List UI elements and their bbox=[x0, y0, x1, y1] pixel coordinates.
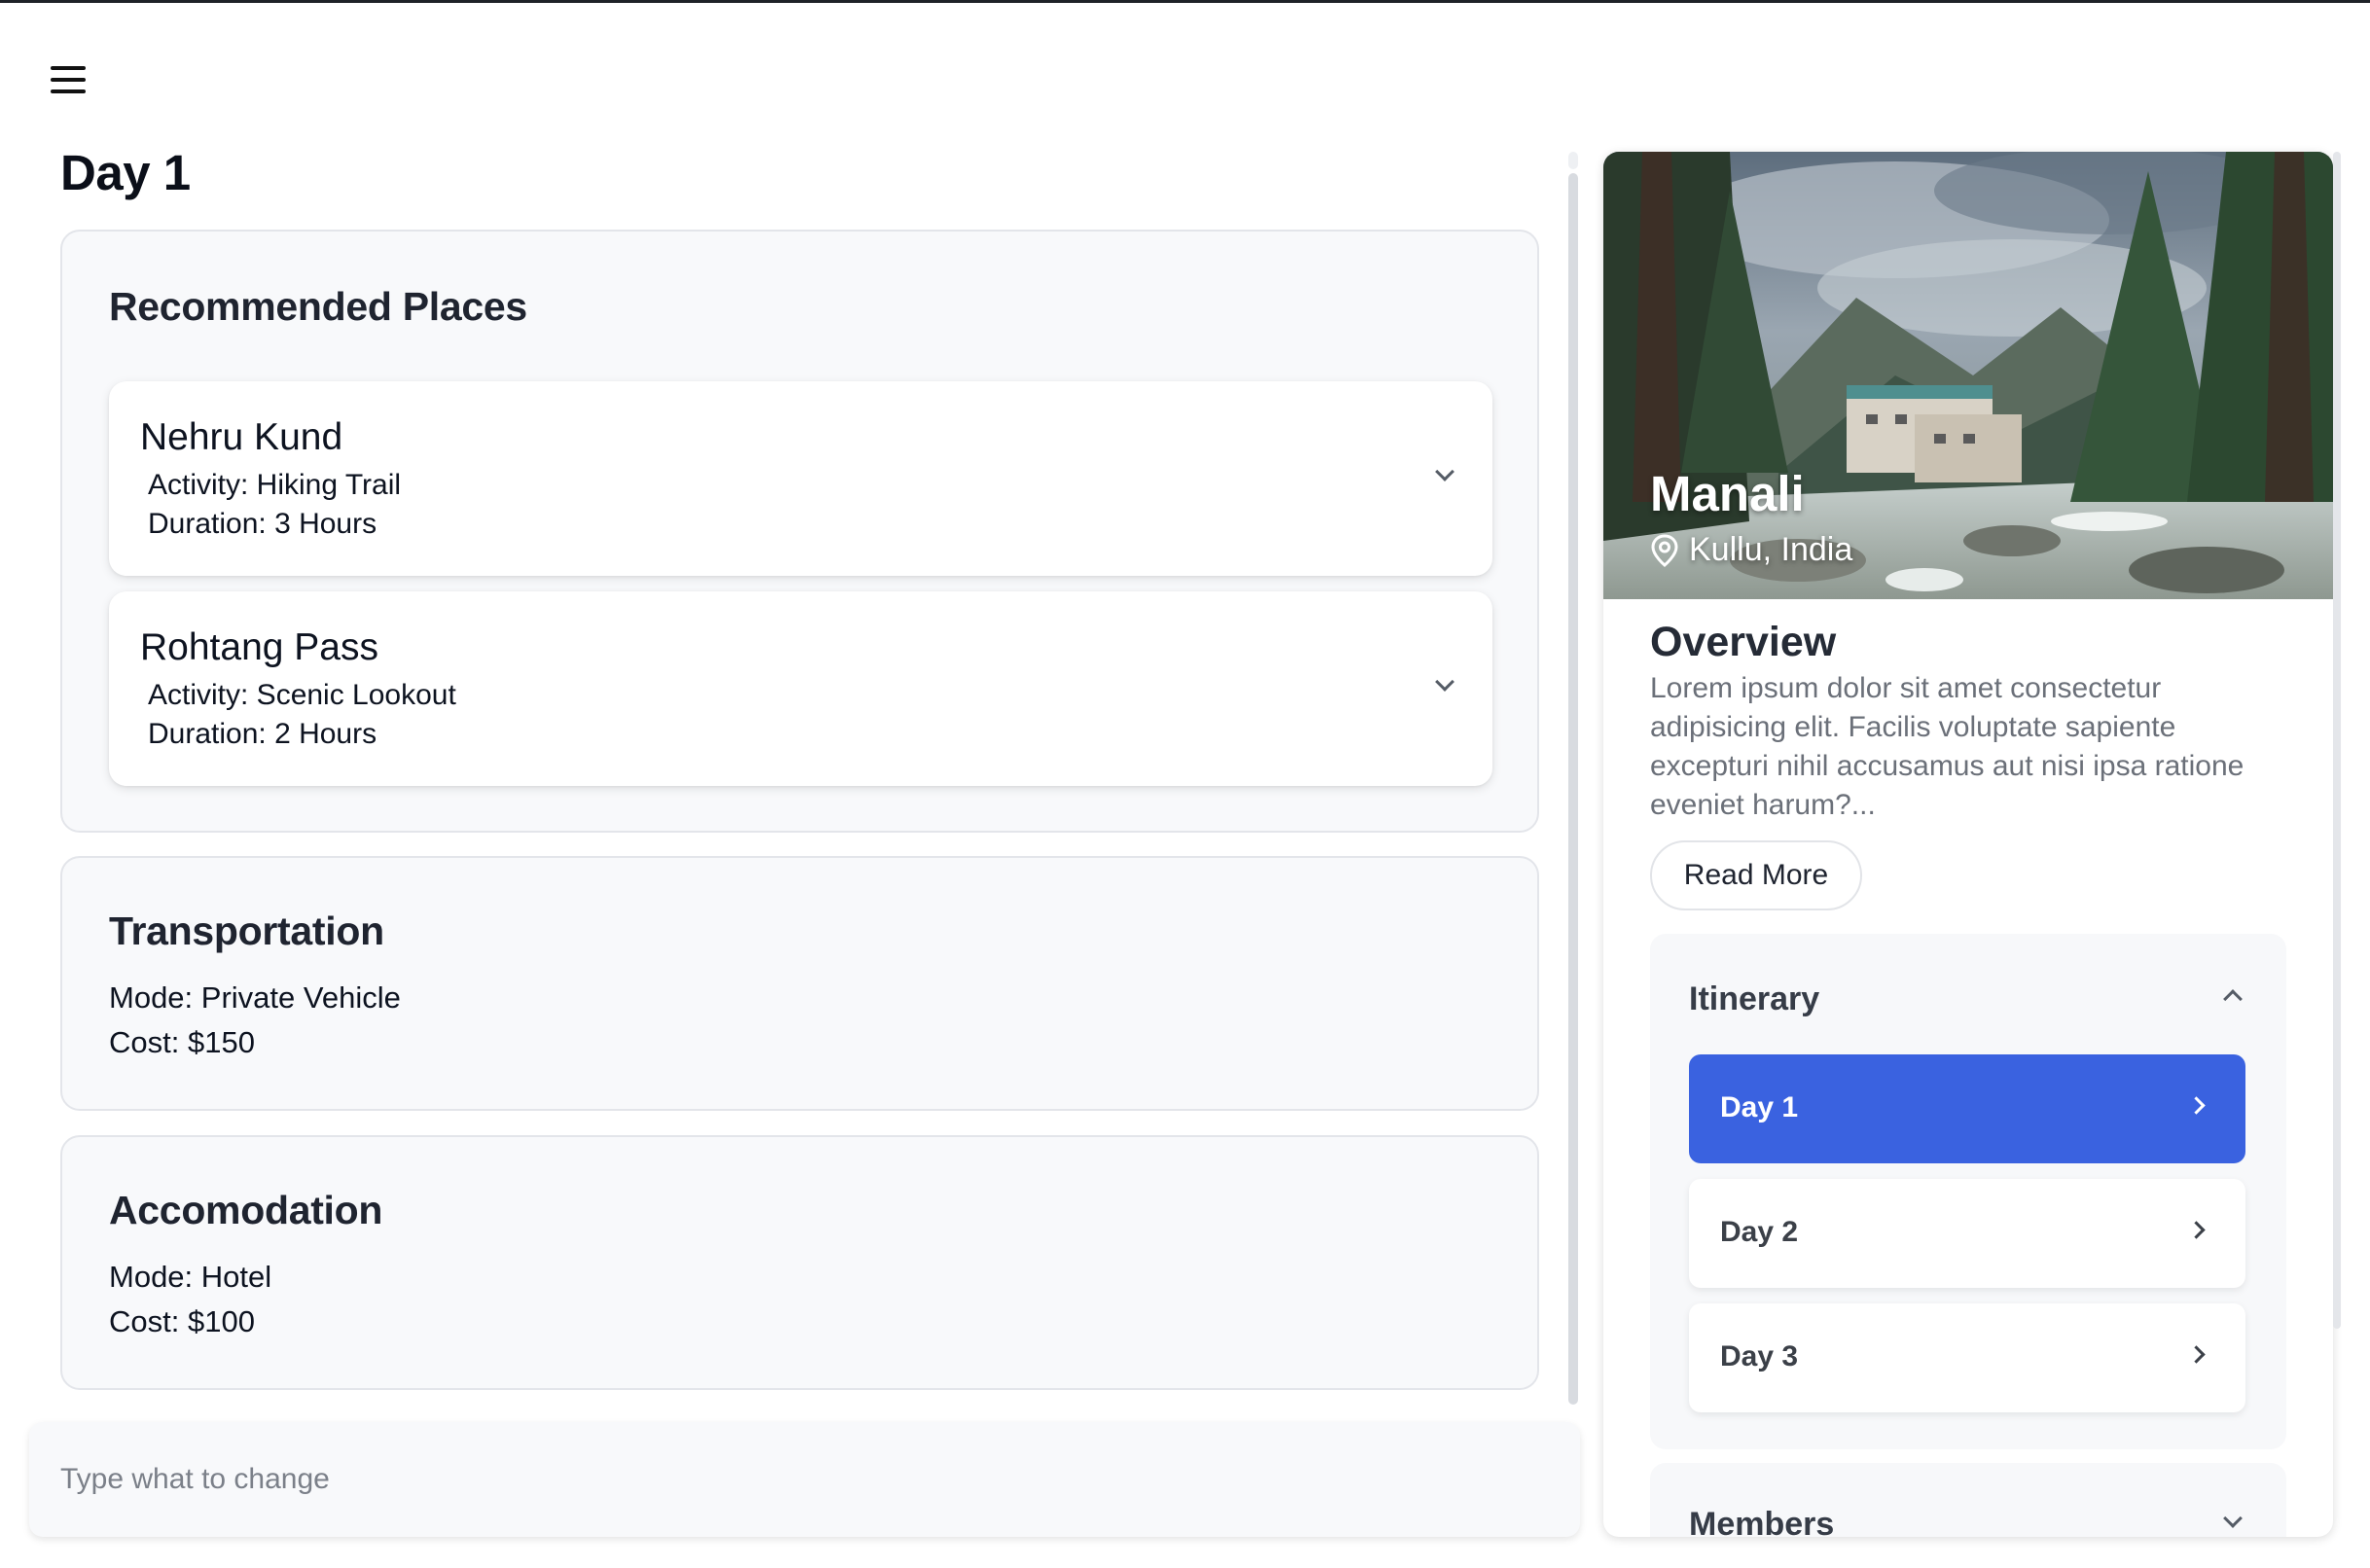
transportation-section: Transportation Mode: Private Vehicle Cos… bbox=[60, 856, 1539, 1111]
location-text: Kullu, India bbox=[1689, 531, 1853, 568]
chevron-down-icon[interactable] bbox=[1435, 462, 1454, 481]
destination-location: Kullu, India bbox=[1650, 531, 1852, 569]
section-title: Recommended Places bbox=[109, 284, 527, 329]
chevron-right-icon bbox=[2187, 1345, 2206, 1364]
read-more-button[interactable]: Read More bbox=[1650, 840, 1862, 910]
chevron-down-icon[interactable] bbox=[2223, 1509, 2243, 1528]
window-top-border bbox=[0, 0, 2370, 3]
place-activity: Activity: Scenic Lookout bbox=[148, 679, 456, 711]
recommended-places-section: Recommended Places Nehru Kund Activity: … bbox=[60, 230, 1539, 833]
day-label: Day 1 bbox=[1720, 1091, 1799, 1123]
members-title[interactable]: Members bbox=[1689, 1506, 1834, 1537]
transport-cost: Cost: $150 bbox=[109, 1025, 255, 1059]
section-title: Accomodation bbox=[109, 1188, 383, 1232]
main-scrollbar[interactable] bbox=[1568, 173, 1578, 1405]
scrollbar-track bbox=[1568, 152, 1578, 169]
map-pin-icon bbox=[1651, 533, 1678, 567]
itinerary-accordion: Itinerary Day 1 Day 2 Day 3 bbox=[1650, 934, 2286, 1449]
overview-text: Lorem ipsum dolor sit amet consectetur a… bbox=[1650, 672, 2244, 821]
chevron-down-icon[interactable] bbox=[1435, 672, 1454, 692]
itinerary-title[interactable]: Itinerary bbox=[1689, 980, 1819, 1018]
accommodation-section: Accomodation Mode: Hotel Cost: $100 bbox=[60, 1135, 1539, 1390]
section-title: Transportation bbox=[109, 909, 384, 953]
day-label: Day 3 bbox=[1720, 1340, 1799, 1372]
itinerary-day-1-button[interactable]: Day 1 bbox=[1689, 1054, 2245, 1163]
itinerary-day-3-button[interactable]: Day 3 bbox=[1689, 1303, 2245, 1412]
destination-name: Manali bbox=[1650, 466, 1805, 521]
chat-box bbox=[29, 1422, 1580, 1537]
accommodation-mode: Mode: Hotel bbox=[109, 1260, 272, 1294]
accommodation-cost: Cost: $100 bbox=[109, 1304, 255, 1338]
transport-mode: Mode: Private Vehicle bbox=[109, 980, 401, 1015]
chevron-right-icon bbox=[2187, 1096, 2206, 1115]
overview-title: Overview bbox=[1650, 619, 1837, 665]
change-request-input[interactable] bbox=[60, 1451, 1539, 1508]
day-label: Day 2 bbox=[1720, 1216, 1799, 1248]
place-duration: Duration: 2 Hours bbox=[148, 718, 377, 750]
place-name: Nehru Kund bbox=[140, 416, 343, 458]
chevron-up-icon[interactable] bbox=[2223, 989, 2243, 1009]
place-duration: Duration: 3 Hours bbox=[148, 508, 377, 540]
itinerary-day-2-button[interactable]: Day 2 bbox=[1689, 1179, 2245, 1288]
page-title: Day 1 bbox=[60, 145, 191, 200]
place-name: Rohtang Pass bbox=[140, 626, 378, 668]
place-card[interactable]: Nehru Kund Activity: Hiking Trail Durati… bbox=[109, 381, 1492, 576]
destination-panel: Manali Kullu, India Overview Lorem ipsum… bbox=[1603, 152, 2333, 1537]
place-activity: Activity: Hiking Trail bbox=[148, 469, 402, 501]
side-panel-scrollbar[interactable] bbox=[2333, 152, 2341, 1329]
hamburger-menu-icon[interactable] bbox=[49, 62, 90, 97]
place-card[interactable]: Rohtang Pass Activity: Scenic Lookout Du… bbox=[109, 591, 1492, 786]
chevron-right-icon bbox=[2187, 1221, 2206, 1239]
members-accordion: Members bbox=[1650, 1463, 2286, 1537]
